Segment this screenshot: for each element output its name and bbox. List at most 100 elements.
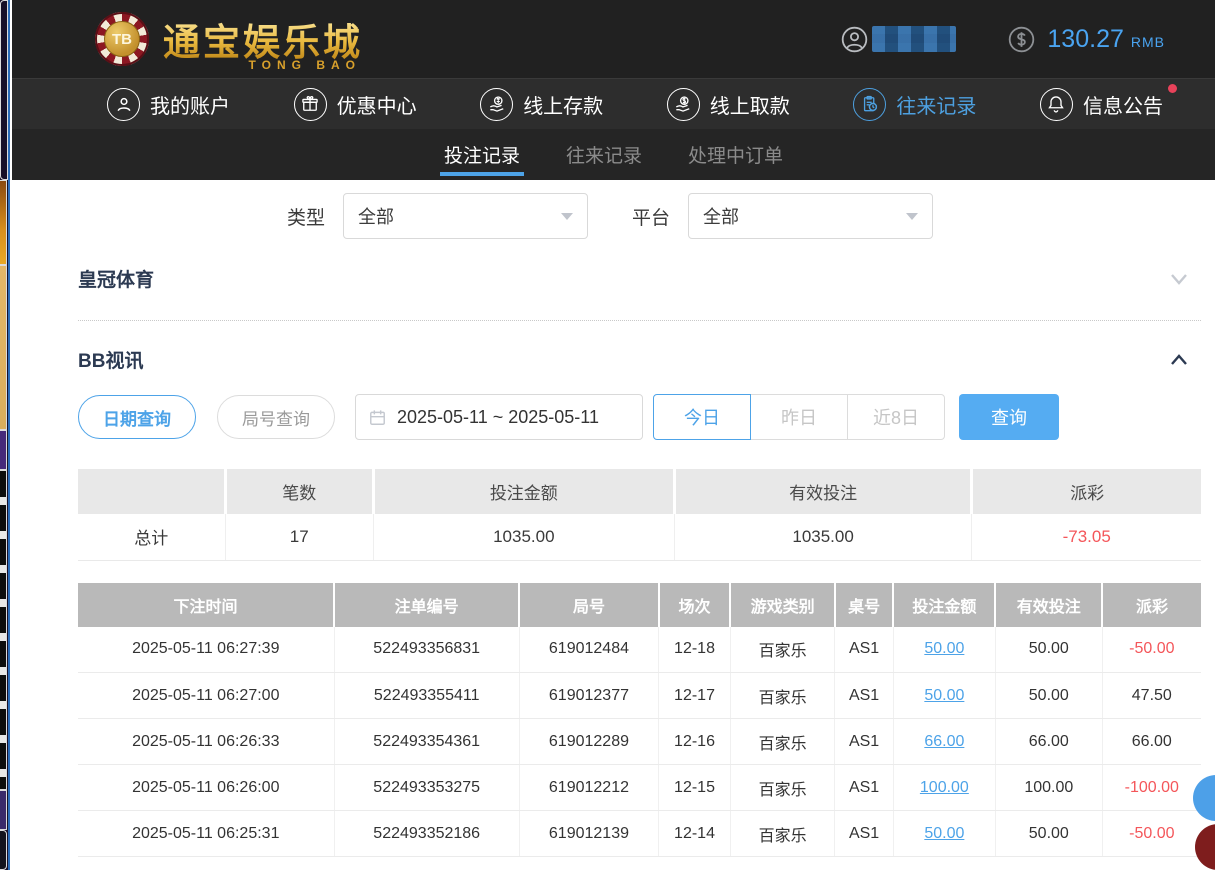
col-game-type: 百家乐 [730,627,834,673]
bets-header-cell: 桌号 [835,583,893,627]
bet-amount-link[interactable]: 50.00 [924,825,964,842]
col-payout: -50.00 [1102,811,1201,857]
content: 类型 全部 平台 全部 皇冠体育 BB视讯 日期查询 局号 [12,193,1215,857]
balance-currency: RMB [1131,28,1165,50]
col-table-no: AS1 [835,811,893,857]
balance[interactable]: 130.27 RMB [1008,25,1165,54]
col-order-no: 522493356831 [334,627,519,673]
chevron-down-icon [906,213,918,220]
bet-amount-link[interactable]: 50.00 [924,687,964,704]
col-payout: 47.50 [1102,673,1201,719]
nav-label: 线上存款 [523,90,603,119]
search-button[interactable]: 查询 [959,394,1059,440]
chip-label: TB [104,21,140,57]
summary-header-cell: 笔数 [225,469,373,514]
col-round-no: 619012289 [519,719,658,765]
summary-valid-bet: 1035.00 [674,514,972,560]
col-order-no: 522493353275 [334,765,519,811]
logo[interactable]: TB 通宝娱乐城 TONG BAO [95,12,363,66]
summary-payout: -73.05 [972,514,1201,560]
col-time: 2025-05-11 06:27:00 [78,673,334,719]
query-bar: 日期查询 局号查询 2025-05-11 ~ 2025-05-11 今日昨日近8… [78,394,1201,440]
col-order-no: 522493352186 [334,811,519,857]
platform-filter-label: 平台 [632,203,670,230]
platform-select[interactable]: 全部 [688,193,933,239]
nav-item-notice[interactable]: 信息公告 [1040,88,1163,121]
username-censored[interactable] [872,26,956,52]
col-valid-bet: 50.00 [995,673,1102,719]
col-time: 2025-05-11 06:26:33 [78,719,334,765]
date-query-button[interactable]: 日期查询 [78,395,196,439]
table-row: 2025-05-11 06:27:00522493355411619012377… [78,673,1201,719]
col-bet-amount: 50.00 [893,627,995,673]
nav-label: 往来记录 [896,90,976,119]
bets-header-cell: 局号 [519,583,658,627]
bell-icon [1040,88,1073,121]
nav-item-withdraw[interactable]: 线上取款 [667,88,790,121]
quick-range-1[interactable]: 昨日 [750,394,848,440]
bets-header-cell: 注单编号 [334,583,519,627]
col-round-no: 619012212 [519,765,658,811]
account-area: 130.27 RMB [841,25,1165,54]
nav-item-records[interactable]: 往来记录 [853,88,976,121]
bets-header-cell: 派彩 [1102,583,1201,627]
page: TB 通宝娱乐城 TONG BAO 130.27 RMB 我的账户优惠中心线上 [12,0,1215,857]
summary-header-cell: 派彩 [972,469,1201,514]
section-bb[interactable]: BB视讯 [78,346,1201,373]
col-order-no: 522493354361 [334,719,519,765]
table-row: 2025-05-11 06:26:33522493354361619012289… [78,719,1201,765]
round-query-button[interactable]: 局号查询 [217,395,335,439]
balance-amount: 130.27 [1047,25,1123,54]
quick-range-0[interactable]: 今日 [653,394,751,440]
nav-label: 优惠中心 [337,90,417,119]
col-bet-amount: 50.00 [893,811,995,857]
nav-label: 我的账户 [150,90,230,119]
col-table-no: AS1 [835,673,893,719]
quick-range-group: 今日昨日近8日 [653,394,945,440]
nav-item-promo[interactable]: 优惠中心 [294,88,417,121]
bets-header-cell: 有效投注 [995,583,1102,627]
section-sports[interactable]: 皇冠体育 [78,265,1201,321]
bets-header-cell: 游戏类别 [730,583,834,627]
bet-amount-link[interactable]: 50.00 [924,640,964,657]
col-session: 12-18 [659,627,731,673]
col-table-no: AS1 [835,765,893,811]
bet-amount-link[interactable]: 100.00 [920,779,969,796]
records-icon [853,88,886,121]
col-valid-bet: 100.00 [995,765,1102,811]
date-range-input[interactable]: 2025-05-11 ~ 2025-05-11 [355,394,643,440]
col-payout: 66.00 [1102,719,1201,765]
col-round-no: 619012484 [519,627,658,673]
col-table-no: AS1 [835,719,893,765]
subtab-bet-records[interactable]: 投注记录 [442,129,522,180]
col-round-no: 619012139 [519,811,658,857]
nav-item-account[interactable]: 我的账户 [107,88,230,121]
col-session: 12-17 [659,673,731,719]
col-time: 2025-05-11 06:25:31 [78,811,334,857]
summary-header-cell: 投注金额 [373,469,674,514]
col-table-no: AS1 [835,627,893,673]
quick-range-2[interactable]: 近8日 [847,394,945,440]
nav-item-deposit[interactable]: 线上存款 [480,88,603,121]
col-session: 12-14 [659,811,731,857]
table-row: 2025-05-11 06:26:00522493353275619012212… [78,765,1201,811]
col-bet-amount: 50.00 [893,673,995,719]
gift-icon [294,88,327,121]
section-bb-title: BB视讯 [78,346,143,373]
nav-label: 线上取款 [710,90,790,119]
bets-header-cell: 场次 [659,583,731,627]
chevron-up-icon[interactable] [1167,348,1191,372]
dollar-icon [1008,26,1035,53]
background-banner-strip [0,0,10,870]
nav-label: 信息公告 [1083,90,1163,119]
chevron-down-icon[interactable] [1167,267,1191,291]
col-valid-bet: 50.00 [995,627,1102,673]
subtab-transfer-records[interactable]: 往来记录 [564,129,644,180]
col-valid-bet: 50.00 [995,811,1102,857]
type-select[interactable]: 全部 [343,193,588,239]
bet-amount-link[interactable]: 66.00 [924,733,964,750]
subtab-pending-orders[interactable]: 处理中订单 [686,129,785,180]
summary-header-row: 笔数投注金额有效投注派彩 [78,469,1201,514]
col-valid-bet: 66.00 [995,719,1102,765]
col-payout: -50.00 [1102,627,1201,673]
